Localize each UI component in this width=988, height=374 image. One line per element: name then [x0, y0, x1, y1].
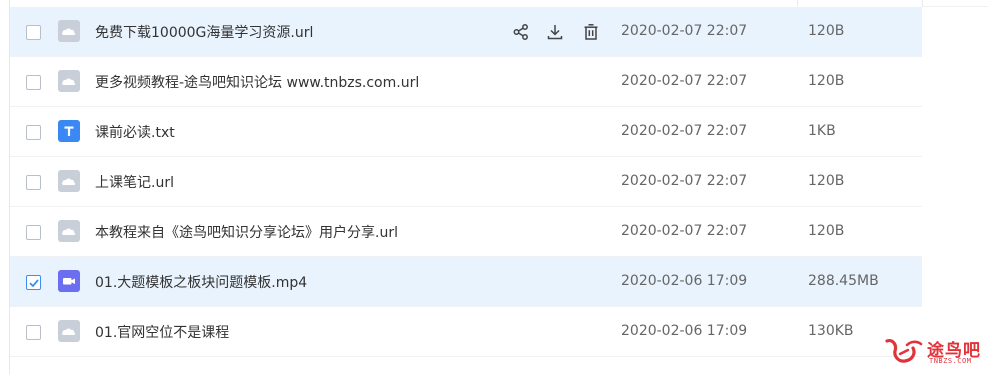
- checkmark-icon: [29, 279, 39, 288]
- file-row[interactable]: 更多视频教程-途鸟吧知识论坛 www.tnbzs.com.url 2020-02…: [10, 57, 922, 107]
- file-size: 288.45MB: [808, 273, 879, 289]
- watermark-subtext: TNBZS.COM: [929, 357, 972, 365]
- download-icon[interactable]: [544, 21, 566, 43]
- row-checkbox[interactable]: [26, 25, 41, 40]
- header-bottom-line: [922, 6, 988, 7]
- file-row[interactable]: 本教程来自《途鸟吧知识分享论坛》用户分享.url 2020-02-07 22:0…: [10, 207, 922, 257]
- file-date: 2020-02-07 22:07: [621, 223, 748, 239]
- file-size: 1KB: [808, 123, 836, 139]
- file-date: 2020-02-07 22:07: [621, 73, 748, 89]
- file-name[interactable]: 更多视频教程-途鸟吧知识论坛 www.tnbzs.com.url: [95, 72, 419, 92]
- text-file-icon: [58, 120, 80, 142]
- row-checkbox[interactable]: [26, 225, 41, 240]
- link-file-icon: [58, 320, 80, 342]
- file-date: 2020-02-07 22:07: [621, 173, 748, 189]
- file-list: 免费下载10000G海量学习资源.url 2020-02-07 22:07 12…: [10, 7, 922, 357]
- file-row[interactable]: 课前必读.txt 2020-02-07 22:07 1KB: [10, 107, 922, 157]
- row-actions: [510, 21, 610, 43]
- share-icon[interactable]: [510, 21, 532, 43]
- file-row[interactable]: 01.大题模板之板块问题模板.mp4 2020-02-06 17:09 288.…: [10, 257, 922, 307]
- site-watermark: 途鸟吧 TNBZS.COM: [883, 333, 983, 371]
- file-date: 2020-02-07 22:07: [621, 23, 748, 39]
- file-row[interactable]: 免费下载10000G海量学习资源.url 2020-02-07 22:07 12…: [10, 7, 922, 57]
- link-file-icon: [58, 170, 80, 192]
- row-checkbox[interactable]: [26, 325, 41, 340]
- delete-icon[interactable]: [580, 21, 602, 43]
- file-name[interactable]: 01.大题模板之板块问题模板.mp4: [95, 272, 307, 292]
- bird-logo-icon: [885, 339, 923, 363]
- file-name[interactable]: 免费下载10000G海量学习资源.url: [95, 22, 313, 42]
- file-row[interactable]: 上课笔记.url 2020-02-07 22:07 120B: [10, 157, 922, 207]
- file-date: 2020-02-06 17:09: [621, 323, 748, 339]
- file-size: 130KB: [808, 323, 854, 339]
- file-size: 120B: [808, 23, 845, 39]
- file-size: 120B: [808, 73, 845, 89]
- file-date: 2020-02-06 17:09: [621, 273, 748, 289]
- file-name[interactable]: 上课笔记.url: [95, 172, 174, 192]
- file-date: 2020-02-07 22:07: [621, 123, 748, 139]
- row-checkbox[interactable]: [26, 75, 41, 90]
- link-file-icon: [58, 20, 80, 42]
- row-checkbox[interactable]: [26, 125, 41, 140]
- file-name[interactable]: 本教程来自《途鸟吧知识分享论坛》用户分享.url: [95, 222, 398, 242]
- file-row[interactable]: 01.官网空位不是课程 2020-02-06 17:09 130KB: [10, 307, 922, 357]
- link-file-icon: [58, 70, 80, 92]
- file-size: 120B: [808, 173, 845, 189]
- video-file-icon: [58, 270, 80, 292]
- file-size: 120B: [808, 223, 845, 239]
- file-name[interactable]: 课前必读.txt: [95, 122, 175, 142]
- file-name[interactable]: 01.官网空位不是课程: [95, 322, 229, 342]
- column-divider-size: [797, 0, 798, 6]
- row-checkbox[interactable]: [26, 275, 41, 290]
- link-file-icon: [58, 220, 80, 242]
- row-checkbox[interactable]: [26, 175, 41, 190]
